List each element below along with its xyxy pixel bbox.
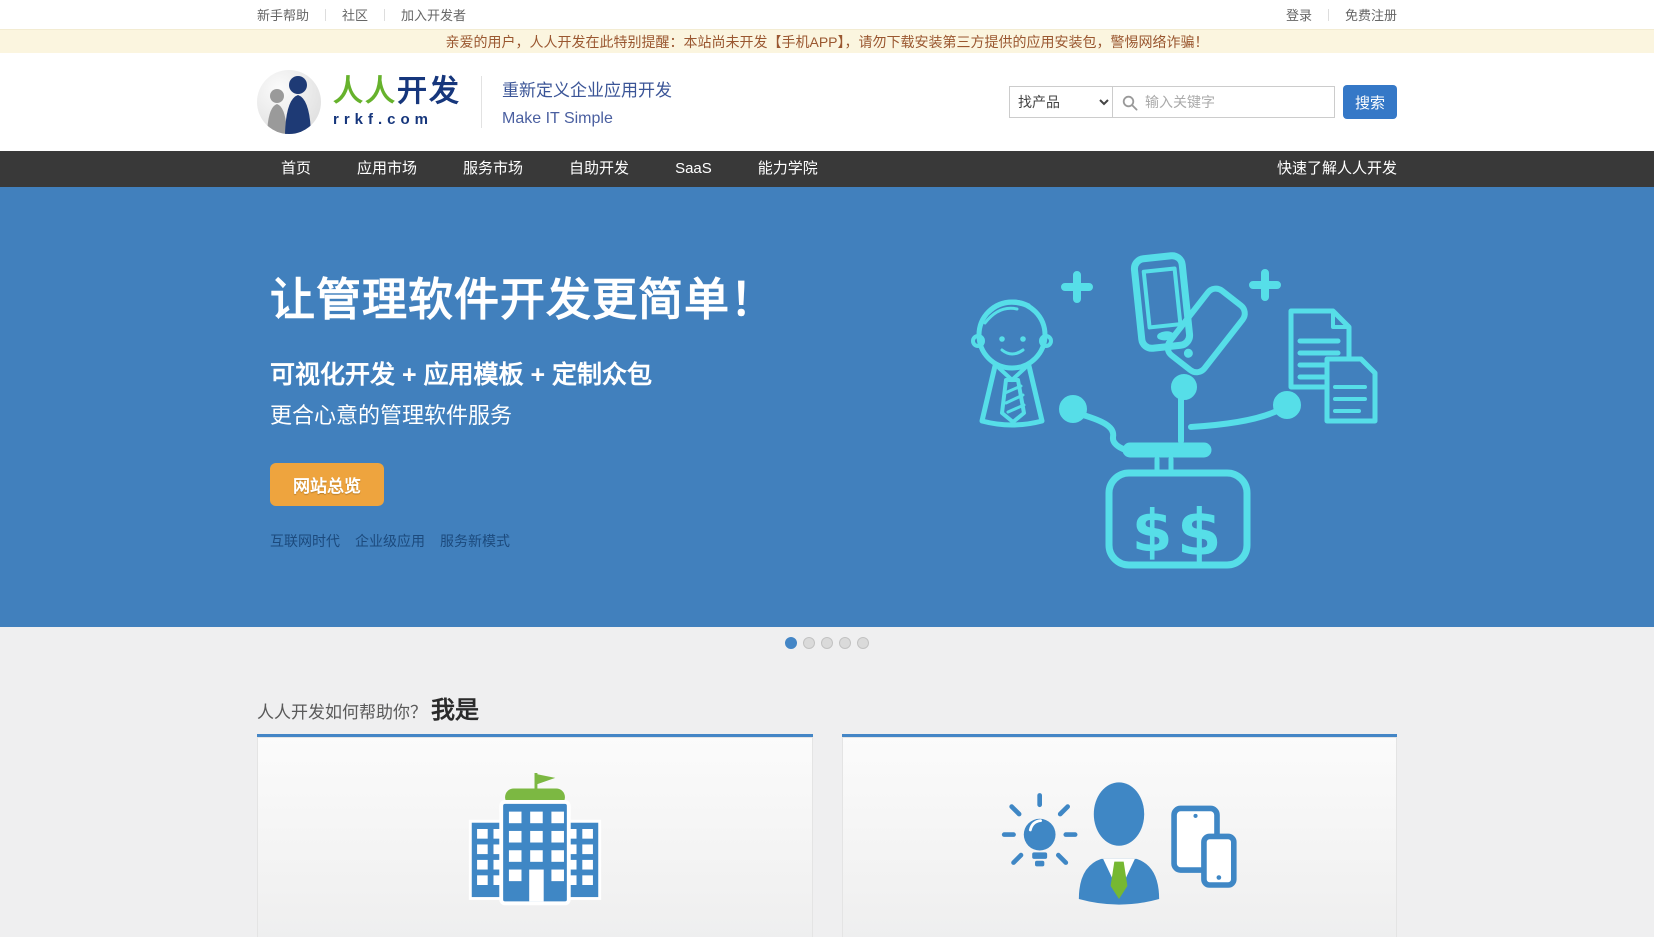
icon-reflection <box>410 914 660 937</box>
header-tagline: 重新定义企业应用开发 Make IT Simple <box>502 76 672 128</box>
brand-domain: rrkf.com <box>333 111 461 128</box>
carousel-dot[interactable] <box>839 637 851 649</box>
site-logo[interactable]: 人人开发 rrkf.com <box>257 70 461 134</box>
link-community[interactable]: 社区 <box>342 5 368 24</box>
nav-item-self-dev[interactable]: 自助开发 <box>569 151 629 187</box>
link-register[interactable]: 免费注册 <box>1345 5 1397 24</box>
brand-name-blue: 开发 <box>397 75 461 108</box>
tagline-line1: 重新定义企业应用开发 <box>502 76 672 101</box>
divider <box>481 76 482 128</box>
carousel-dot[interactable] <box>803 637 815 649</box>
card-enterprise[interactable]: 企业 <box>257 734 813 937</box>
link-login[interactable]: 登录 <box>1286 5 1312 24</box>
top-utility-bar: 新手帮助 社区 加入开发者 登录 免费注册 <box>0 0 1654 29</box>
section-heading: 人人开发如何帮助你？我是 <box>257 690 1397 725</box>
hero-tag-internet-era[interactable]: 互联网时代 <box>270 531 340 551</box>
divider <box>1328 9 1329 21</box>
enterprise-building-icon <box>450 914 620 937</box>
enterprise-building-icon <box>450 773 620 913</box>
nav-quick-intro-link[interactable]: 快速了解人人开发 <box>1277 151 1397 187</box>
carousel-dot[interactable] <box>821 637 833 649</box>
nav-item-app-market[interactable]: 应用市场 <box>357 151 417 187</box>
site-header: 人人开发 rrkf.com 重新定义企业应用开发 Make IT Simple … <box>0 53 1654 151</box>
icon-reflection <box>994 914 1244 937</box>
logo-people-icon <box>257 70 321 134</box>
link-beginner-help[interactable]: 新手帮助 <box>257 5 309 24</box>
header-search: 找产品 搜索 <box>1009 85 1397 119</box>
hero-tag-enterprise-app[interactable]: 企业级应用 <box>355 531 425 551</box>
nav-item-service-market[interactable]: 服务市场 <box>463 151 523 187</box>
hero-tag-new-service-model[interactable]: 服务新模式 <box>440 531 510 551</box>
tagline-line2: Make IT Simple <box>502 110 672 128</box>
individual-person-icon <box>994 914 1244 937</box>
svg-text:$: $ <box>1132 497 1172 565</box>
search-icon <box>1122 95 1138 111</box>
divider <box>325 9 326 21</box>
hero-illustration: $ $ <box>954 237 1386 582</box>
carousel-dot[interactable] <box>857 637 869 649</box>
brand-text: 人人开发 rrkf.com <box>333 76 461 128</box>
divider <box>384 9 385 21</box>
section-question: 人人开发如何帮助你？ <box>257 703 427 722</box>
nav-item-home[interactable]: 首页 <box>281 151 311 187</box>
search-button[interactable]: 搜索 <box>1343 85 1397 119</box>
brand-name-green: 人人 <box>333 75 397 108</box>
search-box <box>1113 86 1335 118</box>
carousel-dot[interactable] <box>785 637 797 649</box>
individual-person-icon <box>994 773 1244 913</box>
carousel-dots <box>0 627 1654 657</box>
card-individual[interactable]: 个人 <box>842 734 1398 937</box>
site-overview-button[interactable]: 网站总览 <box>270 463 384 506</box>
security-notice-banner: 亲爱的用户，人人开发在此特别提醒：本站尚未开发【手机APP】，请勿下载安装第三方… <box>0 29 1654 53</box>
link-join-developer[interactable]: 加入开发者 <box>401 5 466 24</box>
nav-item-academy[interactable]: 能力学院 <box>758 151 818 187</box>
search-category-select[interactable]: 找产品 <box>1009 86 1113 118</box>
hero-banner: 让管理软件开发更简单！ 可视化开发 + 应用模板 + 定制众包 更合心意的管理软… <box>0 187 1654 627</box>
search-input[interactable] <box>1113 87 1334 117</box>
main-nav: 首页 应用市场 服务市场 自助开发 SaaS 能力学院 快速了解人人开发 <box>0 151 1654 187</box>
section-highlight: 我是 <box>431 697 479 724</box>
svg-text:$: $ <box>1177 497 1222 571</box>
nav-item-saas[interactable]: SaaS <box>675 151 712 187</box>
